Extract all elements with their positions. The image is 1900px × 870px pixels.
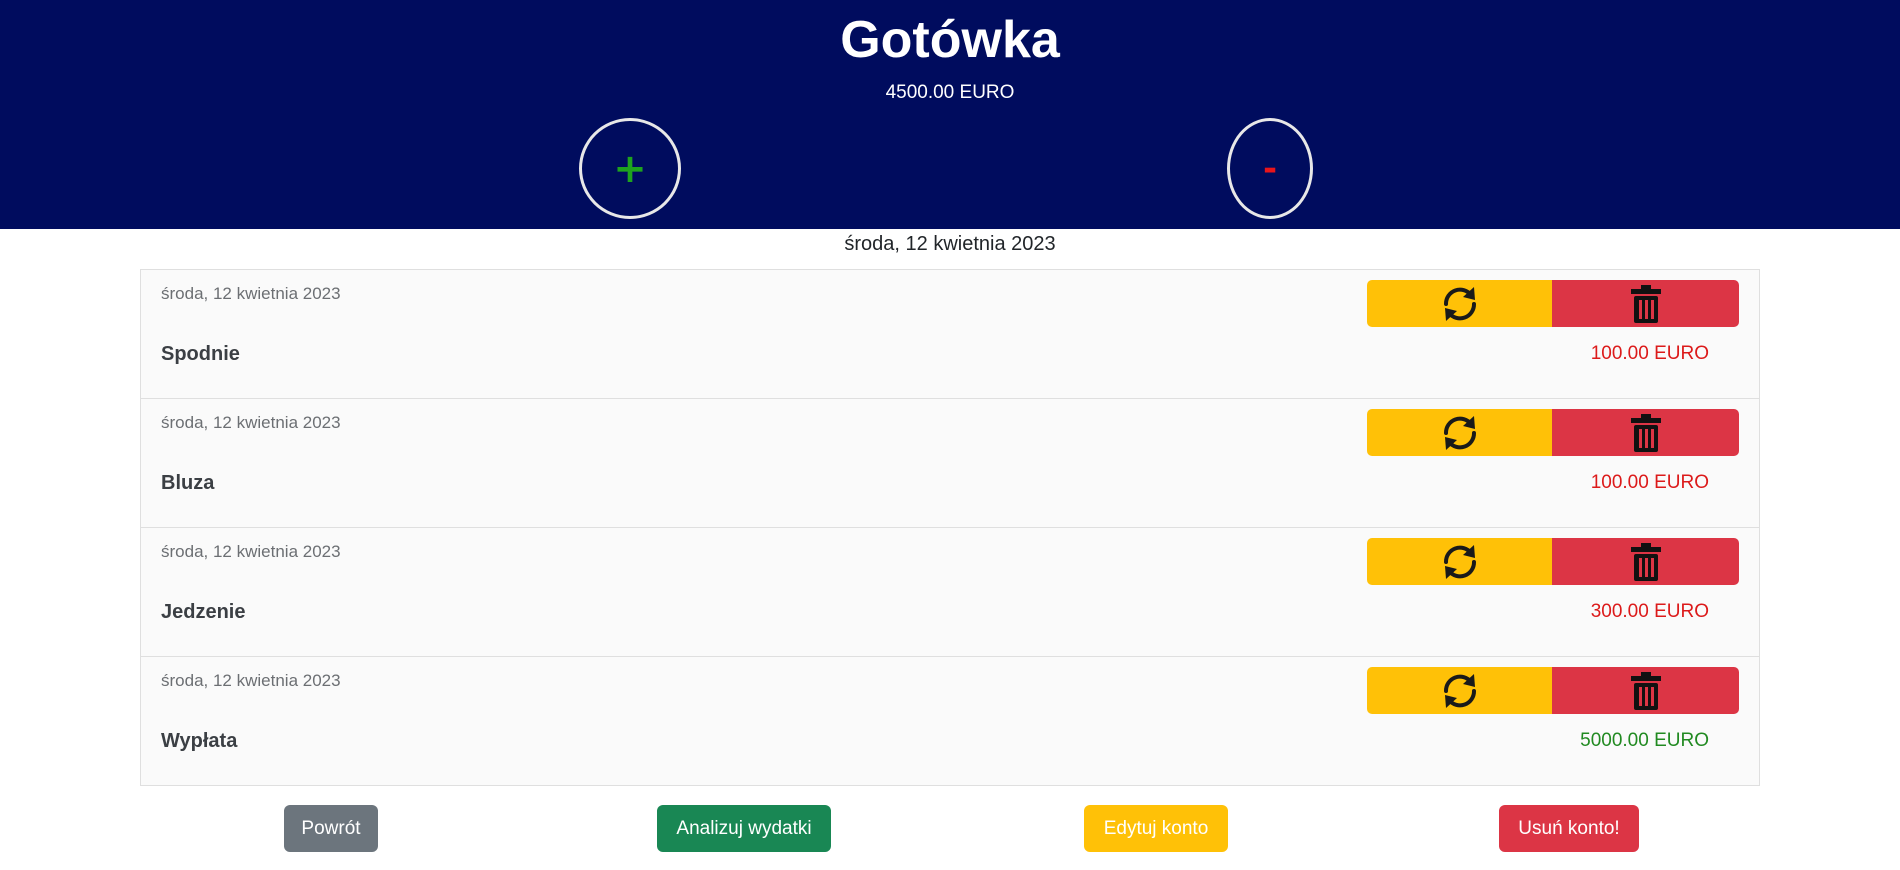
delete-transaction-button[interactable] <box>1552 538 1739 585</box>
account-header: Gotówka 4500.00 EURO + - <box>0 0 1900 229</box>
trash-icon <box>1630 413 1661 452</box>
back-button[interactable]: Powrót <box>284 805 378 852</box>
row-actions <box>1367 409 1739 456</box>
transaction-list: środa, 12 kwietnia 2023 Spodnie 100.00 E… <box>140 269 1760 786</box>
row-actions <box>1367 667 1739 714</box>
analyze-expenses-button[interactable]: Analizuj wydatki <box>657 805 831 852</box>
transaction-amount: 300.00 EURO <box>1590 601 1709 622</box>
row-actions <box>1367 538 1739 585</box>
transaction-row: środa, 12 kwietnia 2023 Wypłata 5000.00 … <box>141 657 1759 785</box>
transaction-name: Wypłata <box>161 730 238 752</box>
transaction-amount: 5000.00 EURO <box>1580 730 1709 751</box>
row-actions <box>1367 280 1739 327</box>
transaction-date: środa, 12 kwietnia 2023 <box>161 671 341 690</box>
refresh-icon <box>1443 544 1476 579</box>
delete-transaction-button[interactable] <box>1552 409 1739 456</box>
edit-account-button[interactable]: Edytuj konto <box>1084 805 1228 852</box>
trash-icon <box>1630 284 1661 323</box>
transaction-amount: 100.00 EURO <box>1590 343 1709 364</box>
delete-transaction-button[interactable] <box>1552 667 1739 714</box>
trash-icon <box>1630 542 1661 581</box>
trash-icon <box>1630 671 1661 710</box>
transaction-name: Bluza <box>161 472 215 494</box>
delete-account-button[interactable]: Usuń konto! <box>1499 805 1639 852</box>
transaction-amount: 100.00 EURO <box>1590 472 1709 493</box>
refresh-icon <box>1443 286 1476 321</box>
add-income-button[interactable]: + <box>579 118 681 219</box>
transaction-name: Spodnie <box>161 343 240 365</box>
account-balance: 4500.00 EURO <box>885 82 1015 103</box>
transaction-date: środa, 12 kwietnia 2023 <box>161 413 341 432</box>
edit-transaction-button[interactable] <box>1367 667 1552 714</box>
transaction-date: środa, 12 kwietnia 2023 <box>161 284 341 303</box>
edit-transaction-button[interactable] <box>1367 538 1552 585</box>
transaction-row: środa, 12 kwietnia 2023 Bluza 100.00 EUR… <box>141 399 1759 528</box>
transaction-row: środa, 12 kwietnia 2023 Jedzenie 300.00 … <box>141 528 1759 657</box>
edit-transaction-button[interactable] <box>1367 409 1552 456</box>
delete-transaction-button[interactable] <box>1552 280 1739 327</box>
account-title: Gotówka <box>840 11 1060 69</box>
refresh-icon <box>1443 415 1476 450</box>
refresh-icon <box>1443 673 1476 708</box>
add-expense-button[interactable]: - <box>1227 118 1313 219</box>
transaction-row: środa, 12 kwietnia 2023 Spodnie 100.00 E… <box>141 270 1759 399</box>
date-heading: środa, 12 kwietnia 2023 <box>844 233 1056 255</box>
edit-transaction-button[interactable] <box>1367 280 1552 327</box>
transaction-name: Jedzenie <box>161 601 246 623</box>
transaction-date: środa, 12 kwietnia 2023 <box>161 542 341 561</box>
